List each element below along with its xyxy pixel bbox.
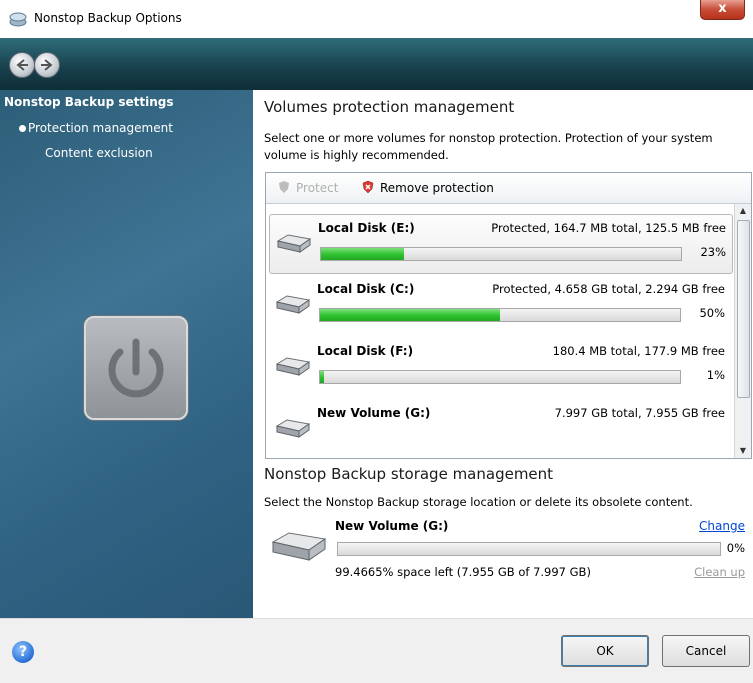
- ok-button[interactable]: OK: [561, 635, 649, 667]
- sidebar-item-protection-management[interactable]: Protection management: [28, 121, 173, 135]
- close-button[interactable]: x: [700, 0, 745, 20]
- main-panel: Volumes protection management Select one…: [253, 90, 753, 618]
- help-icon[interactable]: ?: [12, 641, 34, 663]
- volume-name: Local Disk (F:): [317, 344, 414, 358]
- volumes-description: Select one or more volumes for nonstop p…: [264, 131, 713, 162]
- storage-description: Select the Nonstop Backup storage locati…: [264, 495, 693, 509]
- sidebar-item-content-exclusion[interactable]: Content exclusion: [45, 146, 153, 160]
- volume-usage-bar: [319, 308, 681, 322]
- forward-arrow-icon: [41, 59, 53, 71]
- volume-percent: 23%: [700, 245, 726, 259]
- volume-info: Protected, 164.7 MB total, 125.5 MB free: [491, 221, 726, 235]
- forward-button[interactable]: [34, 52, 60, 78]
- change-link[interactable]: Change: [699, 519, 745, 533]
- storage-percent: 0%: [726, 541, 745, 555]
- volume-usage-bar: [319, 370, 681, 384]
- remove-protection-label: Remove protection: [380, 181, 494, 195]
- remove-shield-icon: [362, 180, 374, 194]
- volume-info: 7.997 GB total, 7.955 GB free: [554, 406, 725, 420]
- title-bar: Nonstop Backup Options x: [0, 0, 753, 38]
- volume-usage-bar: [320, 247, 682, 261]
- hard-disk-icon: [275, 357, 311, 376]
- window-title: Nonstop Backup Options: [34, 11, 182, 25]
- protect-button[interactable]: Protect: [278, 180, 338, 195]
- volume-item[interactable]: New Volume (G:) 7.997 GB total, 7.955 GB…: [269, 400, 731, 458]
- volume-info: 180.4 MB total, 177.9 MB free: [552, 344, 725, 358]
- storage-volume-name: New Volume (G:): [335, 519, 449, 533]
- volumes-toolbar: Protect Remove protection: [266, 173, 751, 204]
- hard-disk-icon: [271, 532, 327, 561]
- volume-name: Local Disk (E:): [318, 221, 415, 235]
- storage-space-left: 99.4665% space left (7.955 GB of 7.997 G…: [335, 565, 591, 579]
- power-icon: [84, 316, 188, 420]
- footer: ? OK Cancel: [0, 618, 753, 683]
- volume-info: Protected, 4.658 GB total, 2.294 GB free: [492, 282, 725, 296]
- shield-icon: [279, 181, 289, 193]
- back-arrow-icon: [16, 59, 28, 71]
- protect-label: Protect: [296, 181, 339, 195]
- volume-item[interactable]: Local Disk (E:) Protected, 164.7 MB tota…: [269, 214, 733, 274]
- volume-list-scrollbar[interactable]: ▲ ▼: [734, 204, 751, 458]
- volume-percent: 50%: [699, 306, 725, 320]
- storage-title: Nonstop Backup storage management: [264, 465, 554, 483]
- storage-usage-bar: [337, 542, 721, 556]
- cancel-button[interactable]: Cancel: [662, 635, 750, 667]
- volume-percent: 1%: [706, 368, 725, 382]
- hard-disk-icon: [275, 295, 311, 314]
- volumes-box: Protect Remove protection Local Disk (E:…: [265, 172, 752, 459]
- navigation-bar: [0, 38, 753, 90]
- hard-disk-icon: [276, 234, 312, 253]
- volume-item[interactable]: Local Disk (C:) Protected, 4.658 GB tota…: [269, 276, 731, 334]
- scroll-down-icon[interactable]: ▼: [738, 446, 748, 456]
- scroll-up-icon[interactable]: ▲: [738, 206, 748, 216]
- volume-list: Local Disk (E:) Protected, 164.7 MB tota…: [266, 204, 734, 458]
- sidebar-heading: Nonstop Backup settings: [4, 95, 174, 109]
- volume-item[interactable]: Local Disk (F:) 180.4 MB total, 177.9 MB…: [269, 338, 731, 396]
- app-icon: [9, 12, 27, 27]
- scrollbar-thumb[interactable]: [737, 220, 750, 398]
- hard-disk-icon: [275, 419, 311, 438]
- volumes-title: Volumes protection management: [264, 98, 515, 116]
- remove-protection-button[interactable]: Remove protection: [362, 180, 494, 195]
- sidebar: Nonstop Backup settings Protection manag…: [0, 90, 253, 618]
- volume-name: Local Disk (C:): [317, 282, 415, 296]
- cleanup-link[interactable]: Clean up: [694, 565, 745, 579]
- selected-bullet-icon: [19, 125, 26, 132]
- volume-name: New Volume (G:): [317, 406, 431, 420]
- back-button[interactable]: [9, 52, 35, 78]
